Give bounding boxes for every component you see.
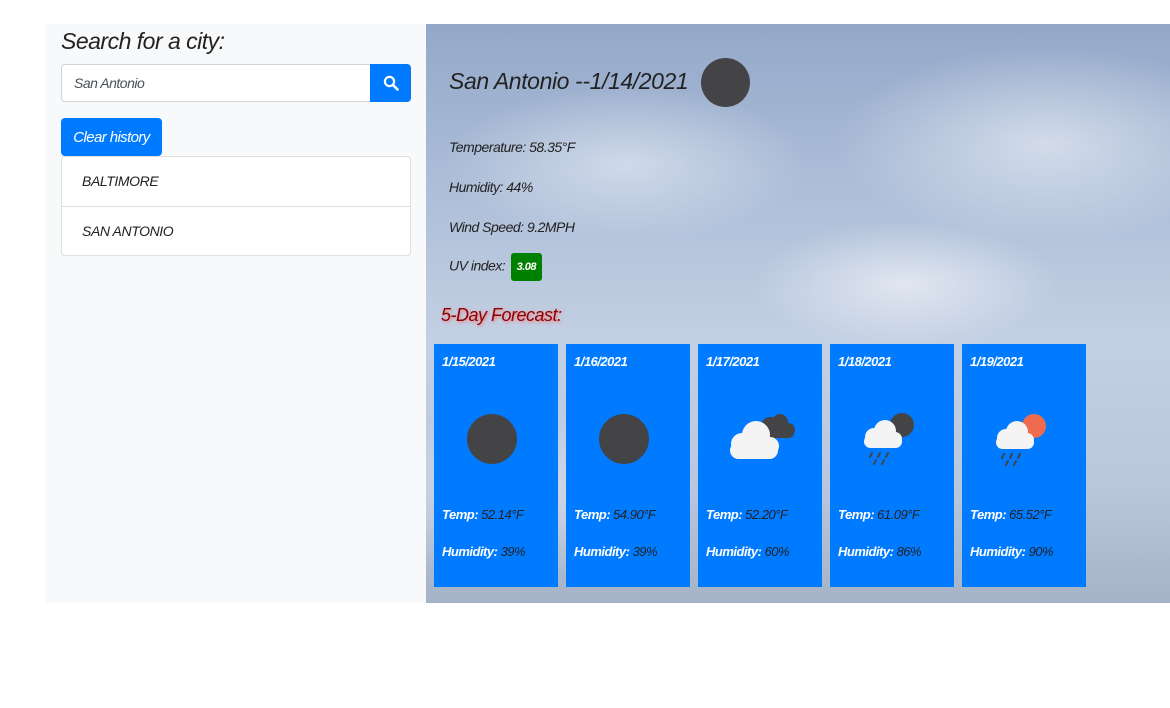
weather-dashboard: Search for a city: Clear history BALTIMO… xyxy=(46,24,1170,603)
forecast-humidity: Humidity: 39% xyxy=(442,544,526,559)
history-item-san-antonio[interactable]: SAN ANTONIO xyxy=(62,206,410,255)
clear-history-button[interactable]: Clear history xyxy=(61,118,162,156)
forecast-humidity: Humidity: 86% xyxy=(838,544,922,559)
current-city-title: San Antonio --1/14/2021 xyxy=(449,68,689,94)
search-history-list: BALTIMORE SAN ANTONIO xyxy=(61,156,411,256)
forecast-humidity: Humidity: 90% xyxy=(970,544,1054,559)
dark-circle-icon xyxy=(599,414,649,464)
forecast-temp: Temp: 52.14°F xyxy=(442,507,524,522)
forecast-temp: Temp: 54.90°F xyxy=(574,507,656,522)
uv-badge: 3.08 xyxy=(510,253,543,281)
forecast-heading: 5-Day Forecast: xyxy=(441,305,562,325)
forecast-card: 1/15/2021 Temp: 52.14°F Humidity: 39% xyxy=(434,344,558,587)
forecast-temp: Temp: 61.09°F xyxy=(838,507,920,522)
current-temperature: Temperature: 58.35°F xyxy=(449,139,575,155)
search-button[interactable] xyxy=(370,64,411,102)
current-wind-speed: Wind Speed: 9.2MPH xyxy=(449,219,575,235)
current-uv-index: UV index: 3.08 xyxy=(449,253,543,281)
forecast-date: 1/17/2021 xyxy=(706,354,760,369)
forecast-card: 1/16/2021 Temp: 54.90°F Humidity: 39% xyxy=(566,344,690,587)
sidebar: Search for a city: Clear history BALTIMO… xyxy=(46,24,426,603)
forecast-card: 1/19/2021 Temp: 65.52°F Humidity: 90% xyxy=(962,344,1086,587)
forecast-humidity: Humidity: 39% xyxy=(574,544,658,559)
forecast-card: 1/17/2021 Temp: 52.20°F Humidity: 60% xyxy=(698,344,822,587)
weather-panel: San Antonio --1/14/2021 Temperature: 58.… xyxy=(426,24,1170,603)
forecast-date: 1/19/2021 xyxy=(970,354,1024,369)
cloudy-icon xyxy=(730,414,795,459)
rain-sun-icon xyxy=(996,414,1046,466)
city-search-input[interactable] xyxy=(61,64,371,102)
dark-circle-icon xyxy=(467,414,517,464)
forecast-date: 1/15/2021 xyxy=(442,354,496,369)
forecast-date: 1/18/2021 xyxy=(838,354,892,369)
history-item-baltimore[interactable]: BALTIMORE xyxy=(62,157,410,206)
search-heading: Search for a city: xyxy=(61,28,225,54)
rain-night-icon xyxy=(864,413,914,465)
search-icon xyxy=(383,75,399,91)
forecast-temp: Temp: 52.20°F xyxy=(706,507,788,522)
forecast-temp: Temp: 65.52°F xyxy=(970,507,1052,522)
dark-circle-icon xyxy=(701,58,750,107)
current-humidity: Humidity: 44% xyxy=(449,179,533,195)
forecast-card: 1/18/2021 Temp: 61.09°F Humidity: 86% xyxy=(830,344,954,587)
forecast-humidity: Humidity: 60% xyxy=(706,544,790,559)
forecast-date: 1/16/2021 xyxy=(574,354,628,369)
